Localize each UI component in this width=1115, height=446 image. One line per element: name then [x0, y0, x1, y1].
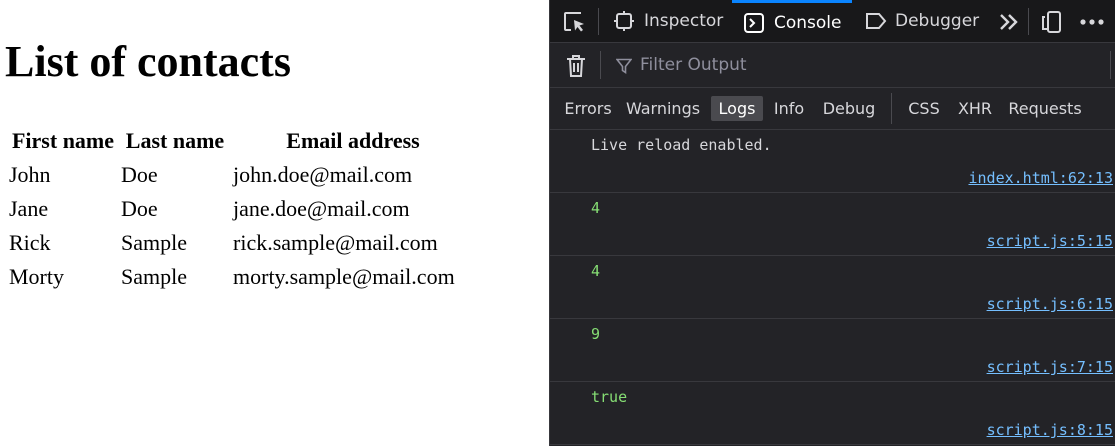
tab-inspector-label: Inspector: [644, 11, 724, 31]
table-header-row: First name Last name Email address: [8, 125, 474, 157]
console-message: 4 script.js:6:15: [550, 256, 1115, 319]
debugger-icon: [864, 10, 887, 32]
console-message: Live reload enabled. index.html:62:13: [550, 130, 1115, 193]
filter-warnings-button[interactable]: Warnings: [624, 96, 702, 121]
responsive-design-mode-icon[interactable]: [1038, 8, 1066, 36]
first-name-cell: Morty: [9, 264, 64, 289]
last-name-cell: Sample: [121, 230, 187, 255]
log-level-filter-bar: Errors Warnings Logs Info Debug CSS XHR …: [550, 88, 1115, 130]
more-options-icon[interactable]: [1076, 8, 1108, 36]
page-title: List of contacts: [5, 37, 291, 86]
email-cell: john.doe@mail.com: [233, 162, 413, 187]
table-row: Morty Sample morty.sample@mail.com: [8, 261, 474, 293]
filter-errors-button[interactable]: Errors: [560, 96, 616, 121]
first-name-cell: John: [9, 162, 51, 187]
message-source-link[interactable]: script.js:8:15: [987, 421, 1113, 439]
tab-console[interactable]: Console: [732, 0, 852, 42]
console-message-text: 4: [591, 262, 601, 280]
last-name-cell: Doe: [121, 196, 158, 221]
email-cell: jane.doe@mail.com: [233, 196, 410, 221]
email-cell: morty.sample@mail.com: [233, 264, 455, 289]
inspector-icon: [613, 10, 635, 32]
devtools-tab-bar: Inspector Console Debugger: [550, 0, 1115, 43]
table-row: Rick Sample rick.sample@mail.com: [8, 227, 474, 259]
last-name-cell: Sample: [121, 264, 187, 289]
toolbar-divider: [598, 8, 599, 35]
table-row: John Doe john.doe@mail.com: [8, 159, 474, 191]
column-header-last-name: Last name: [125, 128, 225, 153]
message-source-link[interactable]: index.html:62:13: [969, 169, 1114, 187]
console-message: true script.js:8:15: [550, 382, 1115, 445]
toolbar-divider: [1028, 8, 1029, 35]
message-source-link[interactable]: script.js:6:15: [987, 295, 1113, 313]
filter-output-input[interactable]: [640, 52, 1100, 78]
column-header-first-name: First name: [11, 128, 115, 153]
contacts-table: First name Last name Email address John …: [6, 123, 476, 295]
tab-debugger[interactable]: Debugger: [864, 0, 989, 42]
column-header-email: Email address: [286, 128, 420, 153]
console-output: Live reload enabled. index.html:62:13 4 …: [550, 130, 1115, 445]
element-picker-icon[interactable]: [560, 8, 588, 36]
console-message: 9 script.js:7:15: [550, 319, 1115, 382]
filter-css-button[interactable]: CSS: [902, 96, 946, 121]
console-toolbar: [550, 43, 1115, 88]
message-source-link[interactable]: script.js:5:15: [987, 232, 1113, 250]
filter-divider: [891, 93, 892, 124]
filter-debug-button[interactable]: Debug: [818, 96, 880, 121]
trash-icon[interactable]: [563, 52, 589, 79]
tab-console-label: Console: [774, 12, 842, 33]
tab-inspector[interactable]: Inspector: [613, 0, 723, 42]
first-name-cell: Jane: [9, 196, 49, 221]
table-row: Jane Doe jane.doe@mail.com: [8, 193, 474, 225]
filter-funnel-icon: [614, 56, 634, 76]
console-message-text: true: [591, 388, 628, 406]
toolbar-divider: [1110, 51, 1111, 79]
console-message-text: Live reload enabled.: [591, 136, 772, 154]
devtools-panel: Inspector Console Debugger Filter Output…: [549, 0, 1115, 446]
console-message: 4 script.js:5:15: [550, 193, 1115, 256]
filter-requests-button[interactable]: Requests: [1005, 96, 1085, 121]
message-source-link[interactable]: script.js:7:15: [987, 358, 1113, 376]
console-message-text: 9: [591, 325, 601, 343]
last-name-cell: Doe: [121, 162, 158, 187]
filter-xhr-button[interactable]: XHR: [952, 96, 998, 121]
filter-logs-button[interactable]: Logs: [711, 96, 763, 121]
console-icon: [743, 12, 765, 34]
email-cell: rick.sample@mail.com: [233, 230, 438, 255]
console-message-text: 4: [591, 199, 601, 217]
tab-debugger-label: Debugger: [895, 11, 980, 31]
more-tabs-chevron-icon[interactable]: [996, 9, 1022, 35]
first-name-cell: Rick: [9, 230, 51, 255]
web-page-viewport: List of contacts First name Last name Em…: [0, 0, 549, 446]
filter-info-button[interactable]: Info: [767, 96, 811, 121]
toolbar-divider: [600, 51, 601, 79]
